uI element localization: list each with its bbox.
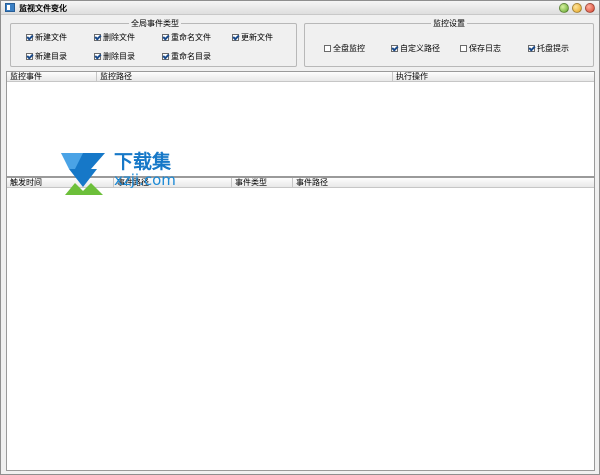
column-header-event-type[interactable]: 事件类型: [232, 178, 293, 188]
checkbox-label: 新建文件: [35, 33, 67, 42]
checkbox-tray-notify[interactable]: 托盘提示: [528, 43, 569, 54]
checkbox-label: 重命名目录: [171, 52, 211, 61]
checkbox-box[interactable]: [528, 45, 535, 52]
checkbox-new-folder[interactable]: 新建目录: [26, 51, 67, 62]
checkbox-custom-path[interactable]: 自定义路径: [391, 43, 440, 54]
watermark: 下载集 xzji.com: [57, 147, 207, 199]
checkbox-box[interactable]: [94, 34, 101, 41]
checkbox-label: 删除文件: [103, 33, 135, 42]
checkbox-delete-file[interactable]: 删除文件: [94, 32, 135, 43]
event-types-group: 全局事件类型 新建文件 删除文件 重命名文件 更新文件 新建目录 删除目录 重命…: [10, 18, 297, 67]
checkbox-rename-folder[interactable]: 重命名目录: [162, 51, 211, 62]
checkbox-save-log[interactable]: 保存日志: [460, 43, 501, 54]
checkbox-box[interactable]: [232, 34, 239, 41]
checkbox-label: 新建目录: [35, 52, 67, 61]
checkbox-box[interactable]: [324, 45, 331, 52]
checkbox-box[interactable]: [391, 45, 398, 52]
column-header-event-path-2[interactable]: 事件路径: [293, 178, 594, 188]
column-header-monitor-path[interactable]: 监控路径: [97, 72, 393, 82]
watermark-brand: 下载集: [114, 151, 172, 173]
checkbox-label: 删除目录: [103, 52, 135, 61]
checkbox-label: 保存日志: [469, 44, 501, 53]
checkbox-label: 重命名文件: [171, 33, 211, 42]
monitor-settings-group: 监控设置 全盘监控 自定义路径 保存日志 托盘提示: [304, 18, 594, 67]
event-log-list[interactable]: 触发时间 事件路径 事件类型 事件路径: [6, 177, 595, 471]
checkbox-box[interactable]: [162, 34, 169, 41]
monitor-list-header: 监控事件 监控路径 执行操作: [7, 72, 594, 82]
maximize-button[interactable]: [572, 3, 582, 13]
main-window: 监视文件变化 全局事件类型 新建文件 删除文件 重命名文件 更新文件 新建目录: [0, 0, 600, 475]
app-icon: [5, 3, 15, 12]
checkbox-delete-folder[interactable]: 删除目录: [94, 51, 135, 62]
checkbox-label: 更新文件: [241, 33, 273, 42]
checkbox-label: 自定义路径: [400, 44, 440, 53]
column-header-monitor-event[interactable]: 监控事件: [7, 72, 97, 82]
checkbox-box[interactable]: [460, 45, 467, 52]
window-title: 监视文件变化: [19, 4, 67, 13]
close-button[interactable]: [585, 3, 595, 13]
checkbox-update-file[interactable]: 更新文件: [232, 32, 273, 43]
title-bar[interactable]: 监视文件变化: [1, 1, 599, 15]
watermark-url: xzji.com: [114, 171, 176, 189]
event-types-group-title: 全局事件类型: [129, 18, 181, 29]
column-header-action[interactable]: 执行操作: [393, 72, 594, 82]
minimize-button[interactable]: [559, 3, 569, 13]
checkbox-box[interactable]: [26, 53, 33, 60]
download-arrow-icon: [61, 153, 105, 195]
checkbox-label: 托盘提示: [537, 44, 569, 53]
checkbox-box[interactable]: [162, 53, 169, 60]
checkbox-label: 全盘监控: [333, 44, 365, 53]
checkbox-new-file[interactable]: 新建文件: [26, 32, 67, 43]
monitor-settings-group-title: 监控设置: [431, 18, 467, 29]
checkbox-full-disk[interactable]: 全盘监控: [324, 43, 365, 54]
checkbox-box[interactable]: [26, 34, 33, 41]
checkbox-box[interactable]: [94, 53, 101, 60]
checkbox-rename-file[interactable]: 重命名文件: [162, 32, 211, 43]
